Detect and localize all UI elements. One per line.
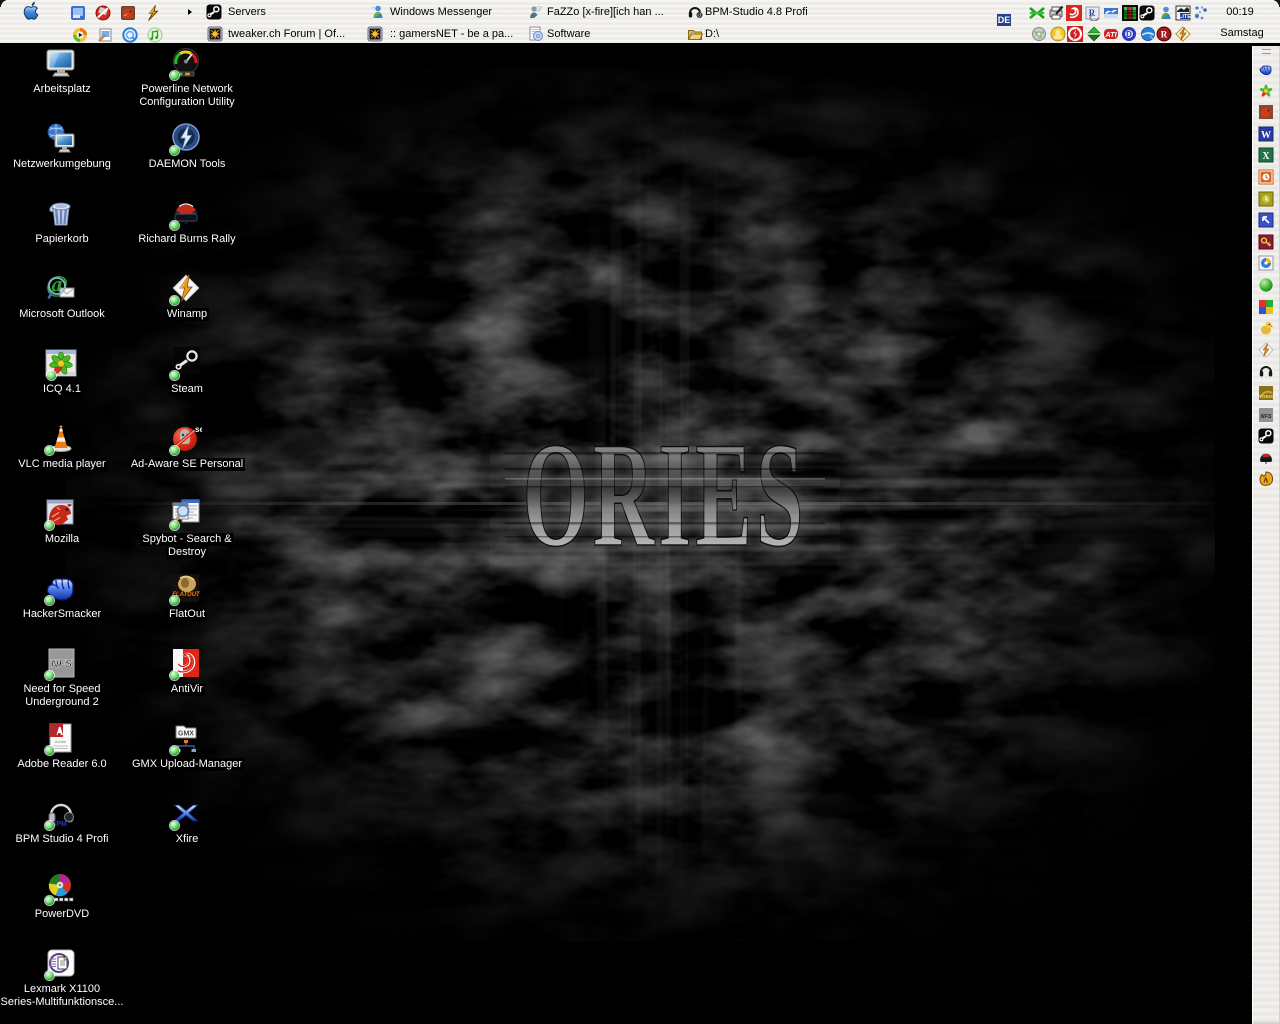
svg-text:Adobe: Adobe <box>55 739 67 744</box>
svg-text:W: W <box>1261 130 1271 141</box>
svg-text:se: se <box>195 425 202 434</box>
svg-text:LITE: LITE <box>1179 14 1191 20</box>
svg-text:D: D <box>1126 30 1132 39</box>
svg-text:ATI: ATI <box>1104 30 1117 39</box>
svg-text:R: R <box>1161 30 1168 40</box>
svg-text:GMX: GMX <box>178 731 194 738</box>
svg-text:X: X <box>1262 151 1270 162</box>
svg-text:VOBIS: VOBIS <box>1259 394 1273 399</box>
svg-text:NFS: NFS <box>1261 414 1272 420</box>
